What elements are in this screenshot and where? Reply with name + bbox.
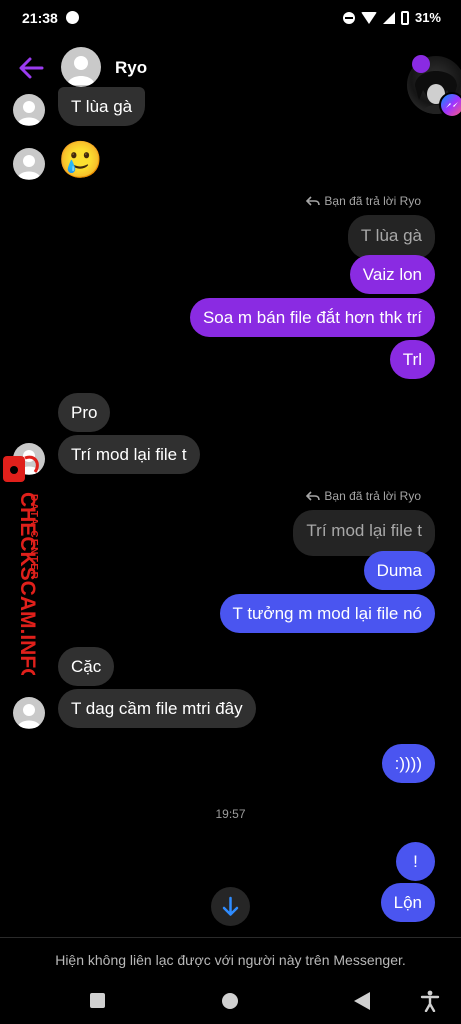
recents-button[interactable] [90,993,105,1008]
contact-avatar[interactable] [61,47,101,87]
battery-percent: 31% [414,10,441,25]
reply-indicator-label: Bạn đã trả lời Ryo [324,489,421,503]
message-outgoing[interactable]: Trl [389,340,435,379]
sender-avatar[interactable] [13,697,45,729]
reply-indicator: Bạn đã trả lời Ryo [306,489,421,503]
quoted-message[interactable]: Trí mod lại file t [293,510,435,556]
contact-name[interactable]: Ryo [115,58,147,78]
messenger-notification-icon [66,11,79,24]
reply-indicator: Bạn đã trả lời Ryo [306,194,421,208]
accessibility-icon[interactable] [420,990,440,1012]
message-outgoing[interactable]: T tưởng m mod lại file nó [219,594,435,633]
status-bar: 21:38 31% [0,0,461,36]
message-outgoing[interactable]: :)))) [381,744,435,783]
chat-head-notification-dot [412,55,430,73]
reply-indicator-label: Bạn đã trả lời Ryo [324,194,421,208]
status-time: 21:38 [22,10,58,26]
message-incoming[interactable]: Trí mod lại file t [58,435,200,474]
composer-disabled-notice: Hiện không liên lạc được với người này t… [0,937,461,981]
default-user-icon [17,101,41,125]
watermark-logo: CHECKSCAM.INFO DATA CENTER [3,455,39,685]
do-not-disturb-icon [342,11,355,24]
message-outgoing[interactable]: ! [396,842,435,881]
message-outgoing[interactable]: Lộn [380,883,435,922]
watermark-sub: DATA CENTER [28,494,39,580]
messenger-badge-icon [439,92,461,118]
message-outgoing[interactable]: Duma [363,551,435,590]
message-incoming[interactable]: Pro [58,393,111,432]
battery-icon [400,10,409,25]
message-incoming[interactable]: T lùa gà [58,87,146,126]
message-incoming[interactable]: T dag cầm file mtri đây [58,689,256,728]
back-button[interactable] [354,992,370,1010]
timestamp: 19:57 [215,807,246,821]
unavailable-notice: Hiện không liên lạc được với người này t… [55,952,406,968]
default-user-icon [17,155,41,179]
home-button[interactable] [222,993,238,1009]
sender-avatar[interactable] [13,148,45,180]
default-user-icon [67,56,95,85]
back-arrow-icon[interactable] [18,56,44,80]
message-incoming[interactable]: Cặc [58,647,115,686]
sender-avatar[interactable] [13,94,45,126]
reply-arrow-icon [306,196,321,206]
status-icons: 31% [342,10,441,25]
scroll-to-bottom-button[interactable] [211,887,250,926]
message-emoji[interactable]: 🥲 [58,140,103,180]
system-nav-bar [0,981,461,1024]
message-outgoing[interactable]: Vaiz lon [349,255,435,294]
arrow-down-icon [222,896,239,916]
reply-arrow-icon [306,491,321,501]
quoted-message[interactable]: T lùa gà [347,215,435,259]
wifi-icon [360,11,377,24]
watermark: CHECKSCAM.INFO DATA CENTER [1,450,43,685]
message-outgoing[interactable]: Soa m bán file đắt hơn thk trí [189,298,435,337]
default-user-icon [17,704,41,728]
signal-icon [382,11,395,24]
